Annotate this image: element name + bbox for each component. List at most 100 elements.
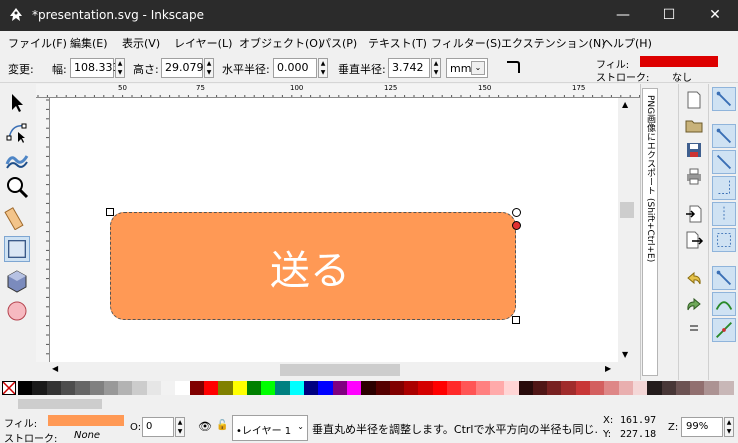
palette-swatch[interactable]	[375, 381, 391, 395]
scroll-up-icon[interactable]: ▲	[622, 100, 628, 109]
snap-bbox-center-icon[interactable]	[712, 228, 736, 252]
corner-handle[interactable]	[106, 208, 114, 216]
open-folder-icon[interactable]	[684, 116, 704, 136]
palette-swatch[interactable]	[532, 381, 548, 395]
palette-swatch[interactable]	[218, 381, 234, 395]
snap-bbox-icon[interactable]	[712, 124, 736, 148]
no-paint-swatch[interactable]	[2, 381, 16, 395]
button-text[interactable]: 送る	[270, 238, 350, 296]
snap-enable-icon[interactable]	[712, 87, 736, 111]
palette-swatch[interactable]	[318, 381, 334, 395]
width-spinner[interactable]: ▲ ▼	[115, 58, 125, 78]
layer-lock-icon[interactable]: 🔓	[216, 420, 228, 431]
node-tool-icon[interactable]	[4, 118, 30, 144]
palette-scrollbar[interactable]	[0, 396, 738, 412]
snap-bbox-corner-icon[interactable]	[712, 176, 736, 200]
save-icon[interactable]	[684, 140, 704, 160]
palette-swatch[interactable]	[632, 381, 648, 395]
export-png-dock-tab[interactable]: PNG画像にエクスポート (Shift+Ctrl+E)	[642, 88, 658, 376]
palette-swatch[interactable]	[675, 381, 691, 395]
palette-swatch[interactable]	[518, 381, 534, 395]
print-icon[interactable]	[684, 166, 704, 186]
vertical-scrollbar[interactable]: ▲ ▼	[618, 98, 640, 364]
palette-swatch[interactable]	[103, 381, 119, 395]
palette-swatch[interactable]	[361, 381, 377, 395]
palette-swatch[interactable]	[60, 381, 76, 395]
palette-swatch[interactable]	[46, 381, 62, 395]
opacity-spinner[interactable]: ▲ ▼	[175, 417, 185, 437]
palette-swatch[interactable]	[604, 381, 620, 395]
snap-path-icon[interactable]	[712, 292, 736, 316]
palette-swatch[interactable]	[346, 381, 362, 395]
palette-swatch[interactable]	[547, 381, 563, 395]
scroll-down-icon[interactable]: ▼	[622, 350, 628, 359]
export-icon[interactable]	[684, 230, 704, 250]
new-document-icon[interactable]	[684, 90, 704, 110]
palette-swatch[interactable]	[175, 381, 191, 395]
palette-scroll-thumb[interactable]	[18, 399, 102, 409]
horizontal-scroll-thumb[interactable]	[280, 364, 400, 376]
vertical-ruler[interactable]	[36, 98, 50, 362]
menu-layer[interactable]: レイヤー(L)	[174, 35, 232, 51]
radius-handle-active[interactable]	[512, 221, 521, 230]
palette-swatch[interactable]	[461, 381, 477, 395]
height-spinner[interactable]: ▲ ▼	[204, 58, 214, 78]
palette-swatch[interactable]	[718, 381, 734, 395]
palette-swatch[interactable]	[661, 381, 677, 395]
palette-swatch[interactable]	[132, 381, 148, 395]
palette-swatch[interactable]	[647, 381, 663, 395]
palette-swatch[interactable]	[146, 381, 162, 395]
palette-swatch[interactable]	[161, 381, 176, 395]
tweak-tool-icon[interactable]	[4, 146, 30, 172]
minimize-button[interactable]: —	[600, 0, 646, 31]
undo-icon[interactable]	[684, 270, 704, 290]
menu-help[interactable]: ヘルプ(H)	[602, 35, 652, 51]
palette-swatch[interactable]	[404, 381, 420, 395]
palette-swatch[interactable]	[304, 381, 319, 395]
rx-input[interactable]: 0.000	[273, 58, 317, 78]
snap-intersection-icon[interactable]	[712, 318, 736, 342]
horizontal-ruler[interactable]: 50 75 100 125 150 175	[36, 84, 640, 98]
ry-input[interactable]: 3.742	[388, 58, 430, 78]
snap-bbox-edge-icon[interactable]	[712, 150, 736, 174]
reset-corners-icon[interactable]	[505, 59, 521, 75]
status-fill-swatch[interactable]	[48, 415, 124, 426]
palette-swatch[interactable]	[332, 381, 348, 395]
palette-swatch[interactable]	[432, 381, 448, 395]
palette-swatch[interactable]	[418, 381, 434, 395]
palette-swatch[interactable]	[489, 381, 505, 395]
palette-swatch[interactable]	[246, 381, 262, 395]
palette-swatch[interactable]	[289, 381, 305, 395]
palette-swatch[interactable]	[447, 381, 462, 395]
layer-visibility-icon[interactable]: 👁	[198, 420, 212, 433]
palette-swatch[interactable]	[504, 381, 520, 395]
corner-handle[interactable]	[512, 316, 520, 324]
palette-swatch[interactable]	[203, 381, 219, 395]
import-icon[interactable]	[684, 204, 704, 224]
palette-swatch[interactable]	[89, 381, 105, 395]
scroll-right-icon[interactable]: ▶	[605, 364, 611, 373]
palette-swatch[interactable]	[561, 381, 577, 395]
menu-object[interactable]: オブジェクト(O)	[239, 35, 322, 51]
palette-swatch[interactable]	[389, 381, 405, 395]
3dbox-tool-icon[interactable]	[4, 268, 30, 294]
menu-text[interactable]: テキスト(T)	[368, 35, 427, 51]
redo-icon[interactable]	[684, 296, 704, 316]
horizontal-scrollbar[interactable]: ◀ ▶	[50, 362, 618, 378]
palette-swatch[interactable]	[75, 381, 91, 395]
width-input[interactable]: 108.333	[70, 58, 120, 78]
rx-spinner[interactable]: ▲ ▼	[318, 58, 328, 78]
height-input[interactable]: 29.079	[161, 58, 204, 78]
menu-file[interactable]: ファイル(F)	[8, 35, 67, 51]
ry-spinner[interactable]: ▲ ▼	[431, 58, 441, 78]
vertical-scroll-thumb[interactable]	[620, 202, 634, 218]
selector-tool-icon[interactable]	[4, 90, 30, 116]
zoom-spinner[interactable]: ▲ ▼	[724, 417, 734, 437]
palette-swatch[interactable]	[275, 381, 291, 395]
menu-extensions[interactable]: エクステンション(N)	[501, 35, 605, 51]
palette-swatch[interactable]	[118, 381, 134, 395]
zoom-tool-icon[interactable]	[4, 174, 30, 200]
menu-view[interactable]: 表示(V)	[122, 35, 160, 51]
more-commands-icon[interactable]	[684, 318, 704, 338]
palette-swatch[interactable]	[475, 381, 491, 395]
